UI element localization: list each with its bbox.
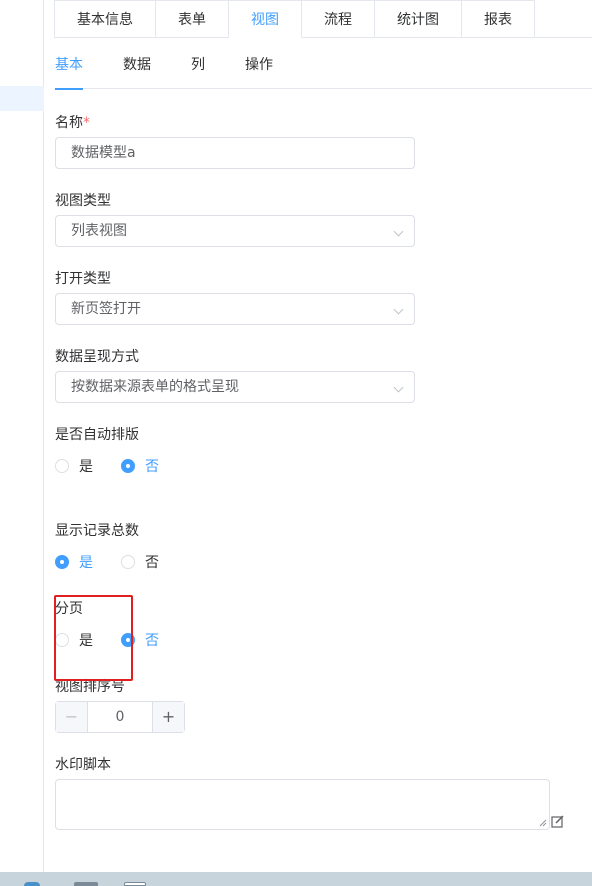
radio-circle-icon [55,633,69,647]
pagination-radio-group: 是 否 [55,630,187,650]
view-type-select[interactable]: 列表视图 [55,215,415,247]
show-total-label: 显示记录总数 [55,523,139,539]
subtab-columns[interactable]: 列 [191,48,205,89]
view-order-value[interactable]: 0 [88,702,152,732]
show-total-yes-radio[interactable]: 是 [55,552,93,572]
tab-view[interactable]: 视图 [229,0,302,38]
data-display-value: 按数据来源表单的格式呈现 [71,379,239,395]
radio-label: 否 [145,633,159,649]
name-label-text: 名称 [55,115,83,131]
open-type-select[interactable]: 新页签打开 [55,293,415,325]
radio-label: 是 [79,633,93,649]
open-type-value: 新页签打开 [71,301,141,317]
auto-layout-radio-group: 是 否 [55,456,187,476]
taskbar-icon[interactable] [74,882,98,886]
radio-circle-icon [55,459,69,473]
view-type-label: 视图类型 [55,193,111,209]
view-order-label: 视图排序号 [55,679,125,695]
taskbar-icon[interactable] [24,882,40,886]
radio-circle-icon [121,633,135,647]
subtab-actions[interactable]: 操作 [245,48,273,89]
radio-label: 否 [145,459,159,475]
chevron-down-icon [393,304,404,315]
top-tabs: 基本信息 表单 视图 流程 统计图 报表 [54,0,592,38]
edit-icon[interactable] [551,815,564,828]
subtab-data[interactable]: 数据 [123,48,151,89]
auto-layout-no-radio[interactable]: 否 [121,456,159,476]
radio-label: 是 [79,555,93,571]
show-total-no-radio[interactable]: 否 [121,552,159,572]
radio-label: 是 [79,459,93,475]
resize-handle-icon[interactable] [539,819,547,827]
sub-tabs: 基本 数据 列 操作 [55,48,592,90]
pagination-yes-radio[interactable]: 是 [55,630,93,650]
taskbar-icon[interactable] [124,882,146,886]
sidebar-active-item[interactable] [0,86,44,111]
radio-circle-icon [55,555,69,569]
data-display-label: 数据呈现方式 [55,349,139,365]
increment-button[interactable]: + [152,702,184,732]
auto-layout-label: 是否自动排版 [55,427,139,443]
view-config-panel: 基本信息 表单 视图 流程 统计图 报表 基本 数据 列 操作 名称* 数据模型… [44,0,592,872]
watermark-label: 水印脚本 [55,757,111,773]
show-total-radio-group: 是 否 [55,552,187,572]
chevron-down-icon [393,382,404,393]
name-label: 名称* [55,112,90,132]
auto-layout-yes-radio[interactable]: 是 [55,456,93,476]
view-type-value: 列表视图 [71,223,127,239]
radio-label: 否 [145,555,159,571]
required-mark: * [83,115,90,131]
view-order-stepper[interactable]: − 0 + [55,701,185,733]
subtab-basic[interactable]: 基本 [55,48,83,90]
radio-circle-icon [121,459,135,473]
tab-report[interactable]: 报表 [462,0,535,38]
data-display-select[interactable]: 按数据来源表单的格式呈现 [55,371,415,403]
taskbar [0,872,592,886]
watermark-textarea[interactable] [55,779,550,830]
pagination-no-radio[interactable]: 否 [121,630,159,650]
decrement-button[interactable]: − [56,702,88,732]
open-type-label: 打开类型 [55,271,111,287]
tab-chart[interactable]: 统计图 [375,0,462,38]
name-input[interactable]: 数据模型a [55,137,415,169]
tab-flow[interactable]: 流程 [302,0,375,38]
tab-basic-info[interactable]: 基本信息 [54,0,156,38]
radio-circle-icon [121,555,135,569]
left-sidebar [0,0,44,872]
chevron-down-icon [393,226,404,237]
tab-form[interactable]: 表单 [156,0,229,38]
pagination-label: 分页 [55,601,83,617]
